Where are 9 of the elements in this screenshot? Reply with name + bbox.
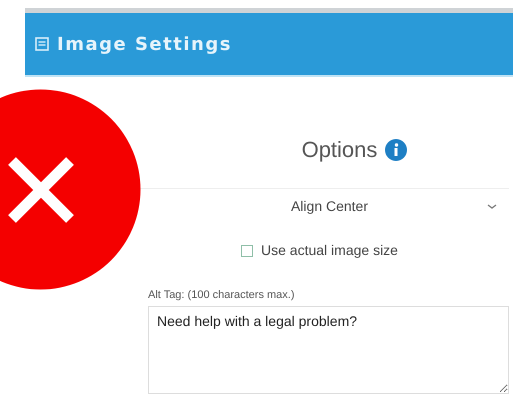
checkbox[interactable]	[241, 244, 254, 256]
list-icon	[35, 37, 49, 51]
caret-icon	[487, 204, 497, 210]
info-icon[interactable]	[385, 138, 408, 160]
options-heading: Options	[302, 136, 378, 164]
window-title: Image Settings	[57, 32, 232, 56]
alt-tag-label: Alt Tag: (100 characters max.)	[148, 288, 296, 303]
alt-tag-field[interactable]: Need help with a legal problem?	[148, 306, 509, 394]
checkbox-label: Use actual image size	[261, 241, 398, 260]
